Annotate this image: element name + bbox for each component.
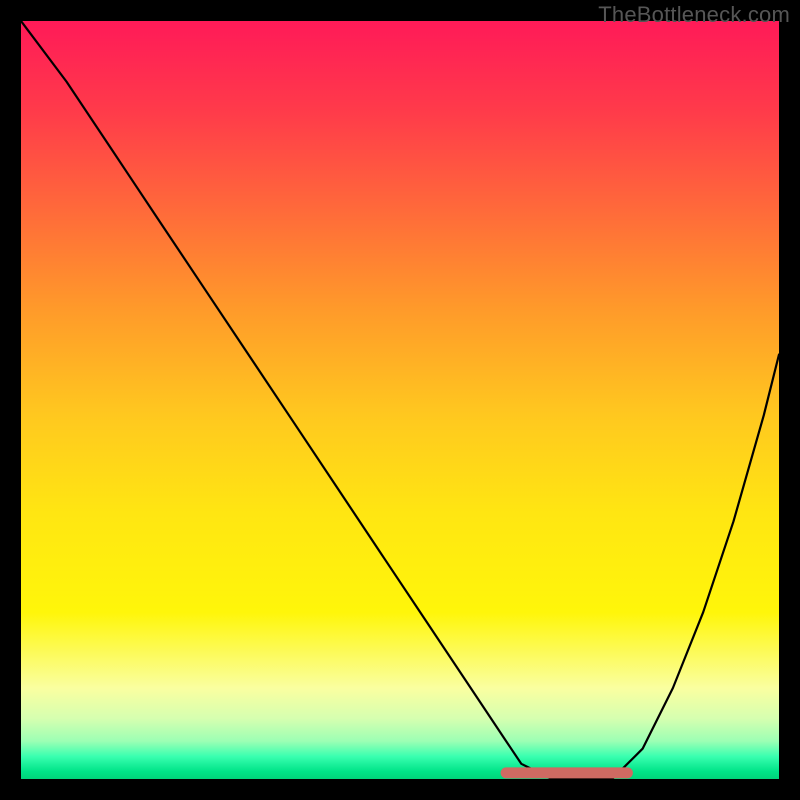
- main-curve: [21, 21, 779, 779]
- chart-frame: TheBottleneck.com: [0, 0, 800, 800]
- plot-area: [21, 21, 779, 779]
- curve-svg: [21, 21, 779, 779]
